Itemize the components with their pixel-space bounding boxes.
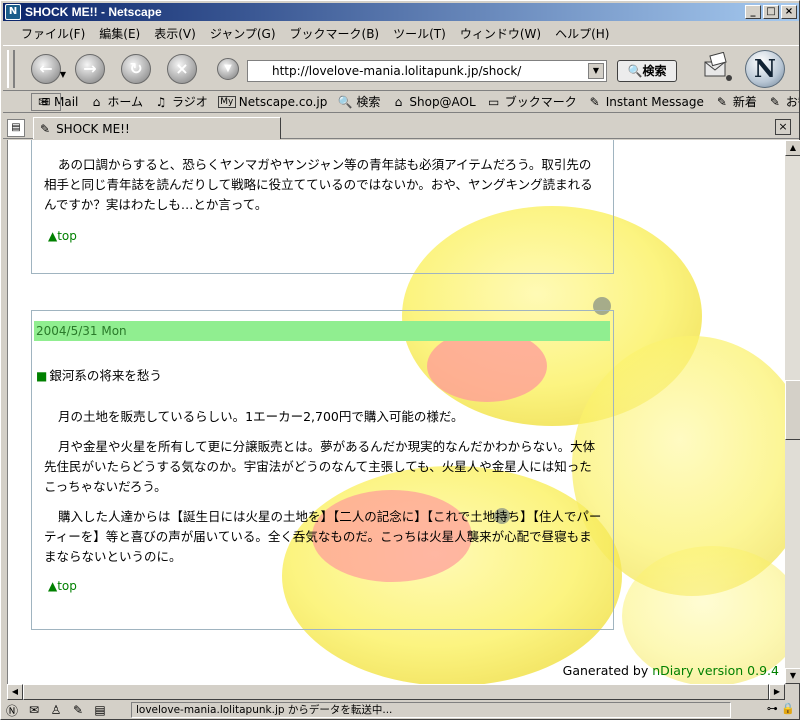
url-bar: ▼ (247, 60, 607, 82)
toolbar-menu-icon[interactable]: ⊞ (31, 93, 61, 111)
menu-view[interactable]: 表示(V) (154, 25, 196, 42)
scroll-left-button[interactable]: ◀ (7, 684, 23, 700)
horizontal-scroll-thumb[interactable] (23, 684, 769, 700)
headphones-icon: ♫ (155, 94, 167, 109)
stop-button[interactable]: × (167, 54, 197, 84)
my-netscape-icon: My (217, 95, 236, 108)
scroll-up-button[interactable]: ▲ (785, 140, 800, 156)
folder-icon: ▭ (488, 94, 500, 109)
forward-button[interactable]: → (75, 54, 105, 84)
reload-button[interactable]: ↻ (121, 54, 151, 84)
diary-entry-previous: あの口調からすると、恐らくヤンマガやヤンジャン等の青年誌も必須アイテムだろう。取… (31, 140, 614, 274)
page-footer: Ganerated by nDiary version 0.9.4 (563, 663, 779, 678)
navigation-toolbar: ←▼ → ↻ × ▼ ▼ 🔍検索 N (3, 45, 799, 91)
instant-messenger-icon[interactable]: ♙ (47, 703, 65, 717)
url-history-dropdown[interactable]: ▼ (588, 63, 604, 79)
bookmark-instant-message[interactable]: ✎ Instant Message (587, 95, 704, 109)
maximize-button[interactable]: □ (763, 5, 779, 19)
menu-edit[interactable]: 編集(E) (99, 25, 140, 42)
bookmark-icon: ✎ (589, 94, 600, 109)
home-icon: ⌂ (92, 94, 101, 109)
status-bar: Ⓝ ✉ ♙ ✎ ▤ lovelove-mania.lolitapunk.jp か… (3, 701, 799, 719)
url-input[interactable] (248, 62, 588, 80)
entry-paragraph: 月や金星や火星を所有して更に分譲販売とは。夢があるんだか現実的なんだかわからない… (44, 439, 596, 494)
mail-icon[interactable] (703, 52, 733, 84)
netscape-icon: N (5, 4, 21, 20)
top-link[interactable]: ▲top (48, 579, 615, 593)
page-content: あの口調からすると、恐らくヤンマガやヤンジャン等の青年誌も必須アイテムだろう。取… (7, 140, 785, 684)
entry-body: 月の土地を販売しているらしい。1エーカー2,700円で購入可能の様だ。 月や金星… (32, 407, 615, 593)
menu-bar: ファイル(F) 編集(E) 表示(V) ジャンプ(G) ブックマーク(B) ツー… (3, 23, 799, 43)
window-title: SHOCK ME!! - Netscape (25, 5, 162, 19)
vertical-scroll-thumb[interactable] (785, 380, 800, 440)
menu-bookmarks[interactable]: ブックマーク(B) (290, 25, 380, 42)
minimize-button[interactable]: _ (745, 5, 761, 19)
horizontal-scrollbar[interactable]: ◀ ▶ (7, 684, 785, 700)
search-button-label: 検索 (642, 64, 667, 78)
shop-icon: ⌂ (394, 94, 403, 109)
mail-icon[interactable]: ✉ (25, 703, 43, 717)
menu-file[interactable]: ファイル(F) (21, 25, 85, 42)
entry-date: 2004/5/31 Mon (34, 321, 610, 341)
search-icon: 🔍 (337, 94, 353, 109)
vertical-scrollbar[interactable]: ▲ ▼ (785, 140, 800, 684)
entry-heading-text: 銀河系の将来を愁う (49, 368, 162, 383)
close-tab-button[interactable]: × (775, 119, 791, 135)
bookmark-radio[interactable]: ♫ ラジオ (153, 93, 208, 110)
menu-window[interactable]: ウィンドウ(W) (460, 25, 541, 42)
entry-paragraph: 購入した人達からは【誕生日には火星の土地を】【二人の記念に】【これで土地持ち】【… (44, 509, 602, 564)
scroll-right-button[interactable]: ▶ (769, 684, 785, 700)
status-text: lovelove-mania.lolitapunk.jp からデータを転送中..… (131, 702, 731, 718)
menu-go[interactable]: ジャンプ(G) (210, 25, 276, 42)
top-link[interactable]: ▲top (48, 229, 613, 243)
tab-bar: ▤ ✎ SHOCK ME!! × (3, 115, 799, 139)
ndiary-link[interactable]: nDiary version 0.9.4 (652, 663, 779, 678)
bookmark-recommended[interactable]: ✎お勧め (767, 93, 799, 110)
menu-help[interactable]: ヘルプ(H) (555, 25, 609, 42)
bookmark-home[interactable]: ⌂ ホーム (88, 93, 143, 110)
bookmark-netscape[interactable]: My Netscape.co.jp (217, 95, 327, 109)
security-lock-icon[interactable]: ⊶ 🔒 (767, 702, 795, 715)
url-dropdown-button[interactable]: ▼ (217, 58, 239, 80)
bookmark-new[interactable]: ✎ 新着 (714, 93, 757, 110)
netscape-status-icon[interactable]: Ⓝ (3, 702, 21, 719)
bookmark-icon: ✎ (769, 94, 780, 109)
toolbar-grip[interactable] (7, 50, 15, 88)
heading-marker: ■ (36, 369, 48, 383)
bookmark-icon: ✎ (40, 121, 51, 136)
title-bar: N SHOCK ME!! - Netscape _ □ × (3, 3, 799, 21)
menu-tools[interactable]: ツール(T) (393, 25, 446, 42)
dropdown-icon: ▼ (59, 70, 66, 79)
entry-heading: ■ 銀河系の将来を愁う (36, 365, 162, 384)
personal-toolbar: ⊞ ✉ Mail ⌂ ホーム ♫ ラジオ My Netscape.co.jp 🔍 検索 ⌂… (3, 91, 799, 113)
search-button[interactable]: 🔍検索 (617, 60, 677, 82)
back-button[interactable]: ← ▼ (31, 54, 66, 84)
entry-paragraph: あの口調からすると、恐らくヤンマガやヤンジャン等の青年誌も必須アイテムだろう。取… (44, 157, 593, 212)
sidebar-toggle-icon[interactable]: ▤ (7, 119, 25, 137)
bookmark-folder[interactable]: ▭ ブックマーク (486, 93, 577, 110)
bookmark-shop[interactable]: ⌂ Shop@AOL (390, 94, 476, 109)
address-book-icon[interactable]: ▤ (91, 703, 109, 717)
entry-paragraph: 月の土地を販売しているらしい。1エーカー2,700円で購入可能の様だ。 (58, 409, 464, 424)
bookmark-icon: ✎ (716, 94, 727, 109)
tab-label: SHOCK ME!! (56, 121, 130, 136)
bookmark-search[interactable]: 🔍 検索 (337, 93, 381, 110)
tab-shock-me[interactable]: ✎ SHOCK ME!! (33, 117, 281, 139)
footer-prefix: Ganerated by (562, 663, 653, 678)
netscape-logo[interactable]: N (745, 50, 785, 88)
browser-window: N SHOCK ME!! - Netscape _ □ × ファイル(F) 編集… (0, 0, 800, 720)
composer-icon[interactable]: ✎ (69, 703, 87, 717)
diary-entry-2004-05-31: 2004/5/31 Mon ■ 銀河系の将来を愁う 月の土地を販売しているらしい。… (31, 310, 614, 630)
search-icon: 🔍 (627, 64, 643, 78)
close-button[interactable]: × (781, 5, 797, 19)
scroll-down-button[interactable]: ▼ (785, 668, 800, 684)
